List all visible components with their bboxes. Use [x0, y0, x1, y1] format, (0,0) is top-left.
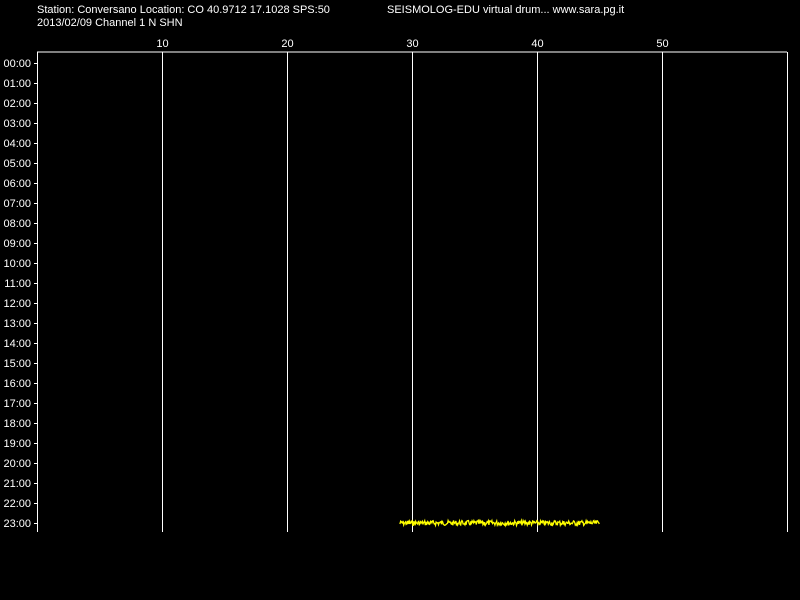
- y-hour-label: 03:00: [3, 118, 31, 130]
- y-hour-label: 12:00: [3, 298, 31, 310]
- y-hour-label: 20:00: [3, 458, 31, 470]
- y-hour-label: 23:00: [3, 518, 31, 530]
- y-hour-label: 19:00: [3, 438, 31, 450]
- y-hour-label: 15:00: [3, 358, 31, 370]
- x-tick-label: 20: [281, 38, 293, 50]
- y-hour-label: 16:00: [3, 378, 31, 390]
- y-hour-label: 09:00: [3, 238, 31, 250]
- y-hour-label: 14:00: [3, 338, 31, 350]
- y-hour-label: 04:00: [3, 138, 31, 150]
- x-tick-label: 30: [406, 38, 418, 50]
- y-hour-label: 05:00: [3, 158, 31, 170]
- seismogram-drum-chart: 10 20 30 40 50 00:00 01:00 02:00 03:00 04:00 05:00…: [3, 38, 788, 532]
- x-tick-label: 10: [156, 38, 168, 50]
- y-hour-label: 06:00: [3, 178, 31, 190]
- x-tick-label: 50: [656, 38, 668, 50]
- y-hour-label: 13:00: [3, 318, 31, 330]
- seismic-trace: [399, 518, 600, 528]
- y-hour-label: 21:00: [3, 478, 31, 490]
- y-hour-label: 10:00: [3, 258, 31, 270]
- y-hour-label: 17:00: [3, 398, 31, 410]
- y-hour-label: 22:00: [3, 498, 31, 510]
- y-hour-label: 08:00: [3, 218, 31, 230]
- y-hour-label: 02:00: [3, 98, 31, 110]
- y-hour-label: 11:00: [4, 278, 31, 290]
- y-hour-label: 00:00: [3, 58, 31, 70]
- x-tick-label: 40: [531, 38, 543, 50]
- y-hour-label: 18:00: [3, 418, 31, 430]
- y-hour-label: 01:00: [3, 78, 31, 90]
- y-hour-label: 07:00: [3, 198, 31, 210]
